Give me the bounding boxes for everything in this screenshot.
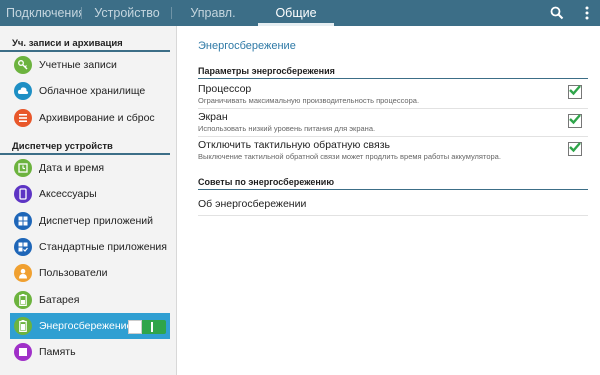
setting-title: Процессор xyxy=(198,83,252,95)
search-icon xyxy=(550,6,564,20)
sidebar-item-label: Память xyxy=(39,346,76,359)
user-icon xyxy=(14,264,32,283)
accessory-icon xyxy=(14,185,32,204)
search-button[interactable] xyxy=(546,0,568,26)
power-saving-icon xyxy=(14,316,32,335)
sidebar-item-label: Пользователи xyxy=(39,267,108,280)
tab-label: Устройство xyxy=(94,6,160,20)
tab-controls[interactable]: Управл. xyxy=(172,0,254,26)
sidebar-item-default-apps[interactable]: Стандартные приложения xyxy=(0,234,176,260)
sidebar-section-accounts: Уч. записи и архивация xyxy=(0,32,170,52)
apps-grid-icon xyxy=(14,211,32,230)
tab-label: Управл. xyxy=(190,6,236,20)
sidebar-item-date-time[interactable]: Дата и время xyxy=(0,155,176,181)
page-title: Энергосбережение xyxy=(198,40,296,52)
section-power-saving-params: Параметры энергосбережения xyxy=(198,66,588,79)
toggle-on-mark xyxy=(151,321,153,332)
more-options-button[interactable] xyxy=(578,0,596,26)
sidebar-item-cloud[interactable]: Облачное хранилище xyxy=(0,78,176,104)
sidebar-item-label: Диспетчер приложений xyxy=(39,214,154,227)
sidebar-item-accessories[interactable]: Аксессуары xyxy=(0,181,176,207)
sidebar-item-app-manager[interactable]: Диспетчер приложений xyxy=(0,207,176,233)
sidebar-item-power-saving[interactable]: Энергосбережение xyxy=(10,312,170,339)
checkmark-icon xyxy=(569,85,581,96)
cpu-checkbox[interactable] xyxy=(568,85,582,99)
link-label: Об энергосбережении xyxy=(198,198,307,210)
setting-subtitle: Выключение тактильной обратной связи мож… xyxy=(198,152,501,161)
tab-connections[interactable]: Подключения xyxy=(0,0,82,26)
setting-title: Экран xyxy=(198,111,228,123)
sidebar-item-backup-reset[interactable]: Архивирование и сброс xyxy=(0,105,176,131)
memory-icon xyxy=(14,343,32,362)
setting-subtitle: Ограничивать максимальную производительн… xyxy=(198,96,420,105)
sidebar-item-label: Энергосбережение xyxy=(39,319,133,332)
clock-icon xyxy=(14,159,32,178)
setting-row-cpu[interactable]: Процессор Ограничивать максимальную прои… xyxy=(198,83,588,105)
cloud-icon xyxy=(14,82,32,101)
sidebar-item-label: Аксессуары xyxy=(39,188,97,201)
setting-title: Отключить тактильную обратную связь xyxy=(198,139,390,151)
action-bar: Подключения Устройство Управл. Общие xyxy=(0,0,600,26)
backup-icon xyxy=(14,108,32,127)
section-title: Диспетчер устройств xyxy=(12,140,113,152)
battery-icon xyxy=(14,290,32,309)
sidebar-item-battery[interactable]: Батарея xyxy=(0,286,176,312)
row-divider xyxy=(198,215,588,216)
settings-sidebar: Уч. записи и архивация Учетные записи Об… xyxy=(0,26,177,375)
setting-subtitle: Использовать низкий уровень питания для … xyxy=(198,124,376,133)
overflow-menu-icon xyxy=(585,6,589,20)
setting-row-screen[interactable]: Экран Использовать низкий уровень питани… xyxy=(198,111,588,133)
checkmark-icon xyxy=(569,142,581,153)
about-power-saving-link[interactable]: Об энергосбережении xyxy=(198,198,588,210)
sidebar-item-label: Дата и время xyxy=(39,162,105,175)
sidebar-item-label: Стандартные приложения xyxy=(39,240,167,253)
sidebar-item-accounts[interactable]: Учетные записи xyxy=(0,52,176,78)
row-divider xyxy=(198,136,588,137)
section-power-saving-tips: Советы по энергосбережению xyxy=(198,177,588,190)
sidebar-item-label: Облачное хранилище xyxy=(39,85,146,98)
setting-row-haptic-feedback[interactable]: Отключить тактильную обратную связь Выкл… xyxy=(198,139,588,161)
row-divider xyxy=(198,108,588,109)
sidebar-item-label: Архивирование и сброс xyxy=(39,111,155,124)
key-icon xyxy=(14,56,32,75)
toggle-knob xyxy=(128,319,142,334)
section-title: Уч. записи и архивация xyxy=(12,38,123,49)
tab-label: Подключения xyxy=(6,6,82,20)
sidebar-item-label: Батарея xyxy=(39,293,80,306)
tab-general[interactable]: Общие xyxy=(254,0,338,26)
power-saving-toggle[interactable] xyxy=(128,319,166,334)
haptic-checkbox[interactable] xyxy=(568,142,582,156)
default-apps-icon xyxy=(14,237,32,256)
sidebar-item-users[interactable]: Пользователи xyxy=(0,260,176,286)
power-saving-detail-panel: Энергосбережение Параметры энергосбереже… xyxy=(178,26,600,375)
tab-device[interactable]: Устройство xyxy=(82,0,172,26)
checkmark-icon xyxy=(569,114,581,125)
sidebar-section-device-manager: Диспетчер устройств xyxy=(0,135,170,155)
sidebar-item-memory[interactable]: Память xyxy=(0,339,176,365)
sidebar-item-label: Учетные записи xyxy=(39,59,117,72)
screen-checkbox[interactable] xyxy=(568,114,582,128)
tab-label: Общие xyxy=(275,6,317,20)
